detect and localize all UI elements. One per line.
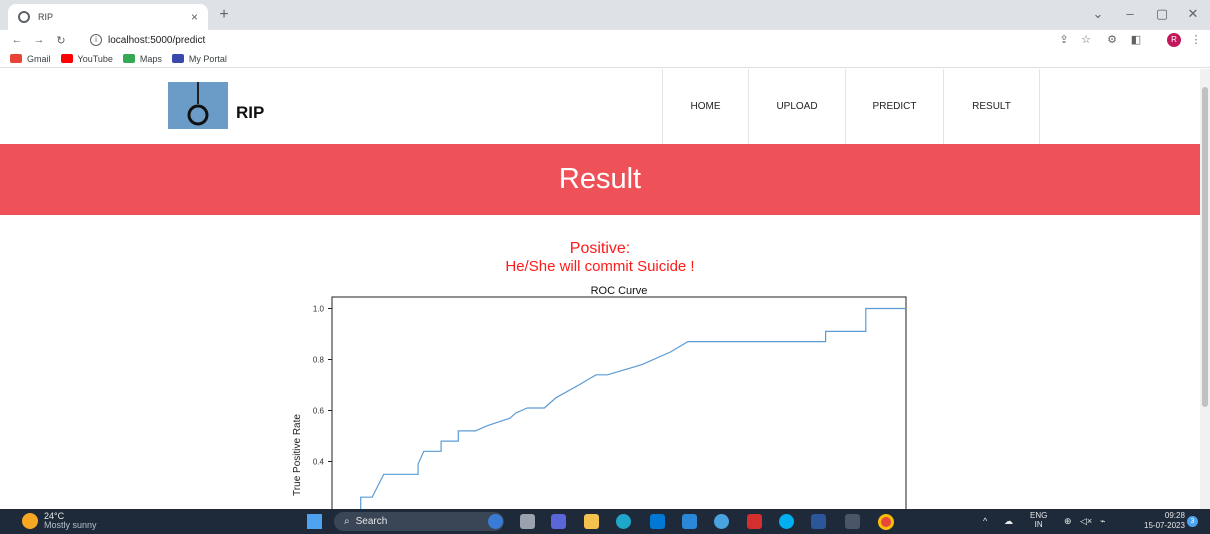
windows-start-icon[interactable] bbox=[307, 514, 322, 529]
bing-icon[interactable] bbox=[488, 514, 503, 529]
site-info-icon[interactable]: i bbox=[90, 34, 102, 46]
window-close-icon[interactable]: ✕ bbox=[1183, 6, 1203, 22]
main-nav: HOME UPLOAD PREDICT RESULT bbox=[662, 69, 1040, 144]
youtube-icon bbox=[60, 54, 73, 63]
bookmark-label: Maps bbox=[139, 53, 162, 64]
network-icon[interactable]: ⊕ bbox=[1064, 516, 1072, 527]
search-label: Search bbox=[355, 516, 388, 527]
nav-result[interactable]: RESULT bbox=[944, 69, 1040, 144]
y-tick-label: 0.8 bbox=[313, 356, 325, 365]
browser-toolbar: ← → ↻ i localhost:5000/predict bbox=[0, 30, 1210, 50]
reload-icon[interactable]: ↻ bbox=[50, 34, 72, 47]
word-icon[interactable] bbox=[811, 514, 826, 529]
mcafee-icon[interactable] bbox=[747, 514, 762, 529]
bookmark-label: YouTube bbox=[77, 53, 113, 64]
edge-icon[interactable] bbox=[616, 514, 631, 529]
chat-icon[interactable] bbox=[551, 514, 566, 529]
search-icon: ⌕ bbox=[344, 516, 350, 527]
file-explorer-icon[interactable] bbox=[584, 514, 599, 529]
lang-bottom: IN bbox=[1034, 520, 1043, 529]
new-tab-button[interactable]: + bbox=[214, 6, 234, 24]
plot-frame bbox=[331, 296, 907, 509]
profile-avatar[interactable]: R bbox=[1167, 33, 1181, 47]
time: 09:28 bbox=[1164, 511, 1185, 520]
nav-predict[interactable]: PREDICT bbox=[846, 69, 944, 144]
back-icon[interactable]: ← bbox=[6, 34, 28, 46]
notification-badge[interactable]: 3 bbox=[1187, 516, 1198, 527]
clock[interactable]: 09:28 15-07-2023 bbox=[1144, 511, 1185, 531]
skype-icon[interactable] bbox=[779, 514, 794, 529]
bookmark-gmail[interactable]: Gmail bbox=[10, 54, 51, 64]
chevron-up-icon[interactable]: ^ bbox=[983, 516, 987, 526]
weather-widget[interactable]: 24°C Mostly sunny bbox=[22, 512, 97, 530]
lang-top: ENG bbox=[1030, 511, 1048, 520]
address-bar[interactable]: i localhost:5000/predict bbox=[90, 32, 1050, 48]
bookmark-label: My Portal bbox=[188, 53, 227, 64]
taskbar-search[interactable]: ⌕ Search bbox=[334, 512, 504, 531]
tab-strip: RIP × + ⌄ – ▢ ✕ bbox=[0, 0, 1210, 30]
page-scrollbar[interactable] bbox=[1200, 69, 1210, 509]
maps-icon bbox=[122, 54, 135, 63]
sidepanel-icon[interactable]: ◧ bbox=[1128, 33, 1144, 46]
nav-home[interactable]: HOME bbox=[663, 69, 749, 144]
y-tick-label: 0.6 bbox=[313, 407, 325, 416]
noose-logo-icon bbox=[168, 82, 228, 129]
python-icon[interactable] bbox=[714, 514, 729, 529]
forward-icon[interactable]: → bbox=[28, 34, 50, 46]
share-icon[interactable]: ⇪ bbox=[1056, 33, 1072, 46]
bookmark-maps[interactable]: Maps bbox=[122, 53, 162, 64]
star-icon[interactable]: ☆ bbox=[1078, 33, 1094, 46]
site-header: RIP HOME UPLOAD PREDICT RESULT bbox=[0, 69, 1200, 144]
scrollbar-thumb[interactable] bbox=[1202, 87, 1208, 407]
browser-tab[interactable]: RIP × bbox=[8, 4, 208, 30]
battery-icon[interactable]: ⌁ bbox=[1100, 516, 1105, 527]
url-text[interactable]: localhost:5000/predict bbox=[108, 35, 205, 46]
banner-title: Result bbox=[558, 163, 642, 195]
tab-title: RIP bbox=[38, 12, 54, 22]
roc-line bbox=[360, 307, 906, 509]
web-page: RIP HOME UPLOAD PREDICT RESULT Result Po… bbox=[0, 69, 1200, 509]
bookmark-my-portal[interactable]: My Portal bbox=[171, 53, 227, 64]
language-indicator[interactable]: ENG IN bbox=[1030, 511, 1047, 529]
weather-text: Mostly sunny bbox=[44, 520, 97, 530]
store-icon[interactable] bbox=[650, 514, 665, 529]
y-axis-label: True Positive Rate bbox=[292, 414, 303, 496]
gmail-icon bbox=[10, 54, 22, 63]
task-view-icon[interactable] bbox=[520, 514, 535, 529]
onedrive-icon[interactable]: ☁ bbox=[1004, 516, 1013, 527]
nav-upload[interactable]: UPLOAD bbox=[749, 69, 846, 144]
bookmark-label: Gmail bbox=[27, 53, 51, 64]
volume-icon[interactable]: ◁× bbox=[1080, 516, 1092, 527]
bookmark-youtube[interactable]: YouTube bbox=[60, 53, 113, 64]
windows-taskbar: 24°C Mostly sunny ⌕ Search ^ ☁ ENG IN ⊕ … bbox=[0, 509, 1210, 534]
sun-icon bbox=[22, 513, 38, 529]
date: 15-07-2023 bbox=[1144, 521, 1185, 530]
chrome-icon[interactable] bbox=[878, 514, 894, 530]
minimize-icon[interactable]: – bbox=[1120, 6, 1140, 21]
menu-icon[interactable]: ⋮ bbox=[1188, 33, 1204, 46]
close-icon[interactable]: × bbox=[191, 10, 198, 24]
app-icon[interactable] bbox=[682, 514, 697, 529]
restore-icon[interactable]: ▢ bbox=[1152, 6, 1172, 22]
extensions-icon[interactable]: ⚙ bbox=[1104, 33, 1120, 46]
y-tick-label: 1.0 bbox=[313, 305, 325, 314]
y-tick-label: 0.4 bbox=[313, 458, 325, 467]
brand-name: RIP bbox=[236, 103, 265, 122]
roc-chart: 0.4 0.6 0.8 1.0 True Positive Rate bbox=[292, 296, 907, 509]
result-banner: Result bbox=[0, 144, 1200, 215]
tab-search-icon[interactable]: ⌄ bbox=[1088, 6, 1108, 22]
browser-window: RIP × + ⌄ – ▢ ✕ ← → ↻ i localhost:5000/p… bbox=[0, 0, 1210, 534]
portal-icon bbox=[171, 54, 184, 63]
terminal-icon[interactable] bbox=[845, 514, 860, 529]
result-heading: Positive: bbox=[569, 240, 631, 257]
result-message: He/She will commit Suicide ! bbox=[505, 258, 695, 275]
bookmarks-bar: Gmail YouTube Maps My Portal bbox=[0, 50, 1210, 68]
globe-icon bbox=[18, 11, 30, 23]
